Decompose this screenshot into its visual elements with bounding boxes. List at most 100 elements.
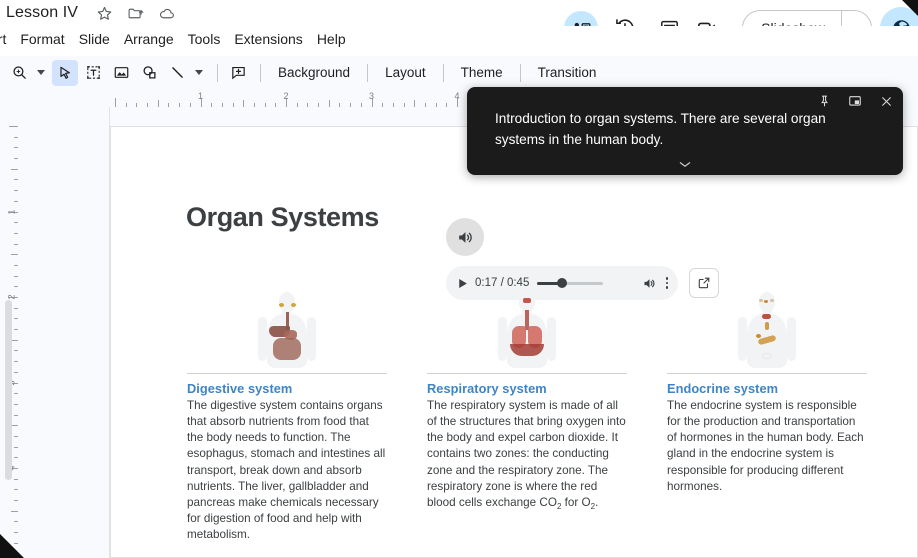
ruler-tick	[157, 100, 159, 107]
line-dropdown-caret[interactable]	[192, 60, 206, 86]
resp-text-3: .	[595, 495, 599, 509]
menu-insert[interactable]: sert	[0, 29, 13, 49]
respiratory-system-figure	[427, 290, 627, 368]
document-title[interactable]: Lesson IV	[6, 4, 78, 22]
slide-canvas[interactable]: Organ Systems 0:17 / 0:45 Digestive syst…	[110, 126, 918, 558]
column-divider	[187, 373, 387, 374]
column-body-digestive: The digestive system contains organs tha…	[187, 399, 386, 542]
chevron-down-icon	[679, 161, 691, 167]
insert-image-button[interactable]	[108, 60, 134, 86]
captions-controls	[815, 92, 895, 110]
slide-title[interactable]: Organ Systems	[186, 202, 379, 233]
open-in-new-icon	[698, 277, 710, 289]
layout-button[interactable]: Layout	[375, 61, 436, 84]
volume-icon	[644, 278, 654, 288]
content-columns: Digestive system The digestive system co…	[187, 290, 867, 543]
vertical-scrollbar-thumb[interactable]	[5, 300, 12, 480]
ruler-tick	[9, 126, 18, 127]
menu-tools[interactable]: Tools	[181, 29, 228, 49]
menu-extensions[interactable]: Extensions	[227, 29, 309, 49]
captions-panel[interactable]: Introduction to organ systems. There are…	[467, 87, 903, 175]
picture-in-picture-button[interactable]	[846, 92, 864, 110]
ruler-number: 2	[6, 294, 17, 300]
shape-button[interactable]	[136, 60, 162, 86]
menu-format[interactable]: Format	[13, 29, 71, 49]
picture-in-picture-icon	[849, 96, 861, 106]
add-comment-icon	[231, 66, 245, 80]
resp-sub-1: 2	[556, 501, 562, 511]
select-tool-button[interactable]	[52, 59, 78, 86]
cloud-saved-icon[interactable]	[158, 5, 175, 22]
ruler-tick	[11, 168, 18, 170]
ruler-tick	[115, 98, 116, 107]
toolbar-divider	[217, 63, 218, 82]
column-endocrine: Endocrine system The endocrine system is…	[667, 290, 867, 543]
audio-play-button[interactable]	[456, 277, 469, 290]
ruler-number: 1	[6, 208, 17, 215]
add-comment-button[interactable]	[225, 60, 251, 86]
audio-more-options-button[interactable]	[665, 277, 668, 289]
more-options-icon	[665, 277, 668, 280]
line-icon	[171, 67, 183, 78]
audio-time-label: 0:17 / 0:45	[475, 277, 530, 289]
column-body-respiratory: The respiratory system is made of all of…	[427, 398, 627, 511]
background-button[interactable]: Background	[268, 61, 360, 84]
resp-text-1: The respiratory system is made of all of…	[427, 399, 626, 509]
zoom-dropdown-caret[interactable]	[34, 60, 48, 86]
ruler-number: 1	[197, 91, 204, 101]
speaker-icon	[458, 231, 472, 243]
toolbar-divider-5	[519, 63, 521, 82]
ruler-tick	[328, 100, 330, 107]
close-captions-button[interactable]	[877, 92, 895, 110]
audio-volume-button[interactable]	[642, 276, 657, 291]
audio-progress-slider[interactable]	[537, 276, 604, 290]
chevron-down-icon	[37, 70, 45, 75]
ruler-tick	[11, 425, 18, 427]
column-body-endocrine: The endocrine system is responsible for …	[667, 399, 864, 493]
text-box-icon	[86, 66, 100, 79]
zoom-icon	[12, 66, 26, 79]
menu-bar: sert Format Slide Arrange Tools Extensio…	[0, 26, 918, 52]
column-heading-digestive: Digestive system	[187, 381, 293, 396]
theme-button[interactable]: Theme	[451, 61, 513, 84]
slide-filmstrip[interactable]	[18, 107, 110, 558]
move-to-folder-icon[interactable]	[127, 5, 144, 22]
pin-button[interactable]	[815, 92, 833, 110]
menu-help[interactable]: Help	[310, 29, 353, 49]
column-divider	[667, 373, 867, 374]
transition-button[interactable]: Transition	[528, 61, 607, 84]
column-respiratory: Respiratory system The respiratory syste…	[427, 290, 627, 543]
text-box-button[interactable]	[80, 60, 106, 86]
caption-text: Introduction to organ systems. There are…	[495, 111, 826, 147]
toolbar-divider-3	[367, 63, 369, 82]
chevron-down-icon	[195, 70, 203, 75]
google-slides-window: Lesson IV rt Format Slide Arrange Tools …	[0, 0, 918, 558]
audio-speaker-badge[interactable]	[446, 218, 484, 256]
ruler-tick	[414, 100, 416, 107]
ruler-tick	[11, 339, 18, 341]
bottom-left-corner-mask	[0, 534, 24, 558]
title-icon-group	[96, 5, 175, 22]
star-icon[interactable]	[96, 5, 113, 22]
zoom-tool-button[interactable]	[6, 60, 32, 86]
column-divider	[427, 373, 627, 374]
play-icon	[459, 278, 467, 288]
shape-icon	[142, 66, 156, 79]
menu-arrange[interactable]: Arrange	[117, 29, 181, 49]
resp-text-2: for O	[561, 495, 591, 509]
menu-slide[interactable]: Slide	[72, 29, 117, 49]
captions-expand-button[interactable]	[675, 157, 695, 171]
column-digestive: Digestive system The digestive system co…	[187, 290, 387, 543]
column-heading-respiratory: Respiratory system	[427, 381, 547, 396]
toolbar-divider-2	[260, 63, 261, 82]
audio-progress-knob[interactable]	[557, 278, 568, 288]
ruler-tick	[243, 100, 245, 107]
pin-icon	[820, 95, 828, 107]
endocrine-system-figure	[667, 290, 867, 368]
resp-sub-2: 2	[590, 501, 596, 511]
top-right-corner-mask	[902, 0, 918, 16]
ruler-number: 3	[368, 91, 375, 101]
digestive-system-figure	[187, 290, 387, 368]
insert-image-icon	[114, 67, 128, 78]
line-button[interactable]	[164, 60, 190, 86]
